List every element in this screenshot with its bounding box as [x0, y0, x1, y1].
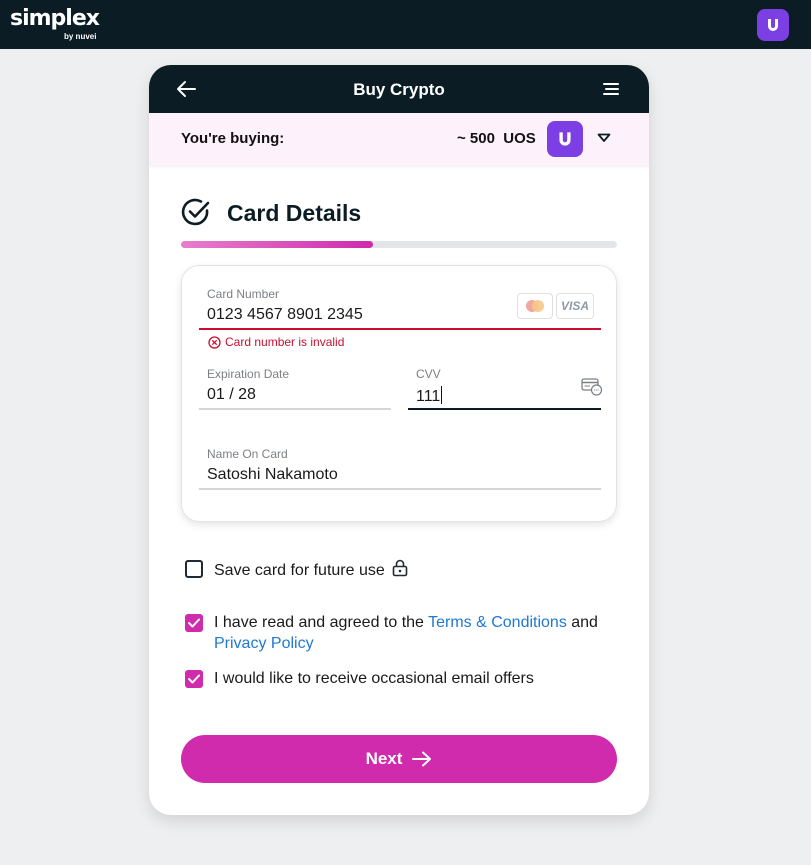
buying-amount: ~ 500 UOS	[457, 130, 536, 147]
card-details-form: Card Number 0123 4567 8901 2345 VISA Car…	[181, 265, 617, 522]
error-icon	[208, 336, 221, 349]
card-number-underline	[199, 328, 601, 330]
section-title: Card Details	[227, 200, 362, 226]
terms-checkbox[interactable]	[185, 614, 203, 632]
expiration-underline	[199, 408, 391, 410]
expiration-label: Expiration Date	[207, 367, 290, 381]
logo-text: simplex	[10, 6, 100, 31]
save-card-label: Save card for future use	[214, 562, 385, 579]
chevron-down-icon[interactable]	[597, 133, 611, 143]
uos-app-icon[interactable]	[757, 9, 789, 41]
checkmark-icon	[188, 618, 200, 628]
visa-icon: VISA	[556, 293, 594, 319]
text-cursor	[441, 386, 443, 404]
cvv-input[interactable]: 111	[416, 386, 443, 406]
lock-icon	[392, 559, 408, 577]
purchase-summary[interactable]: You're buying: ~ 500 UOS	[149, 113, 649, 165]
check-circle-icon	[181, 198, 210, 226]
buying-label: You're buying:	[181, 130, 285, 147]
name-input[interactable]: Satoshi Nakamoto	[207, 466, 338, 484]
checkmark-icon	[188, 674, 200, 684]
cvv-value: 111	[416, 388, 441, 405]
simplex-logo[interactable]: simplex by nuvei	[10, 6, 100, 41]
mastercard-icon	[517, 293, 553, 319]
progress-fill	[181, 241, 373, 248]
card-number-label: Card Number	[207, 287, 280, 301]
progress-bar	[181, 241, 617, 248]
terms-mid: and	[566, 614, 598, 631]
email-offers-label: I would like to receive occasional email…	[214, 670, 534, 687]
uos-coin-icon	[547, 121, 583, 157]
terms-prefix: I have read and agreed to the	[214, 614, 429, 631]
buy-crypto-widget: Buy Crypto You're buying: ~ 500 UOS Card…	[149, 65, 649, 815]
card-number-input[interactable]: 0123 4567 8901 2345	[207, 306, 363, 324]
cvv-label: CVV	[416, 367, 441, 381]
terms-label: I have read and agreed to the Terms & Co…	[214, 612, 614, 654]
arrow-right-icon	[412, 751, 432, 767]
next-label: Next	[365, 749, 403, 768]
header-title: Buy Crypto	[353, 80, 445, 99]
save-card-checkbox[interactable]	[185, 560, 203, 578]
top-bar: simplex by nuvei	[0, 0, 811, 49]
card-error-message: Card number is invalid	[225, 335, 345, 349]
logo-subtext: by nuvei	[64, 32, 97, 41]
expiration-input[interactable]: 01 / 28	[207, 386, 256, 404]
privacy-link[interactable]: Privacy Policy	[214, 635, 314, 652]
terms-link[interactable]: Terms & Conditions	[428, 614, 567, 631]
email-offers-checkbox[interactable]	[185, 670, 203, 688]
name-underline	[199, 488, 601, 490]
name-label: Name On Card	[207, 447, 288, 461]
cvv-underline	[408, 408, 601, 410]
widget-header: Buy Crypto	[149, 65, 649, 113]
next-button[interactable]: Next	[181, 735, 617, 783]
cvv-card-icon	[581, 378, 603, 396]
menu-icon[interactable]	[603, 82, 619, 96]
